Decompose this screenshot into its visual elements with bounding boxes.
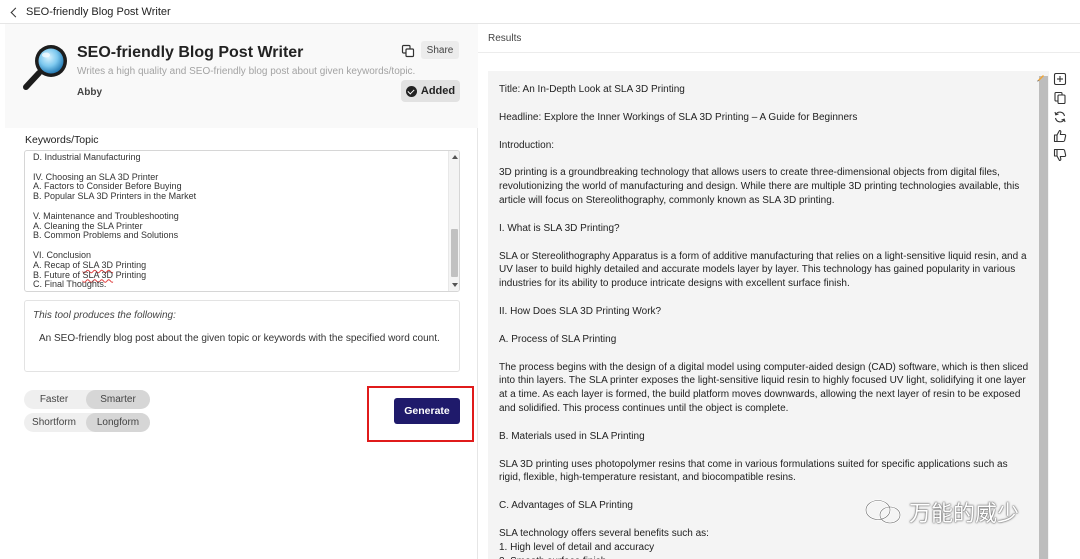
results-scrollbar[interactable] <box>1039 76 1048 559</box>
longform-option[interactable]: Longform <box>86 413 150 432</box>
watermark: 万能的威少 <box>863 496 1019 528</box>
results-text: Title: An In-Depth Look at SLA 3D Printi… <box>499 83 1029 559</box>
tool-title: SEO-friendly Blog Post Writer <box>77 44 304 61</box>
keyword-line: B. Common Problems and Solutions <box>33 230 179 241</box>
result-paragraph: 2. Smooth surface finish <box>499 555 1029 559</box>
added-button[interactable]: Added <box>401 80 460 102</box>
output-description-label: This tool produces the following: <box>33 310 176 321</box>
copy-icon[interactable] <box>401 44 415 58</box>
result-paragraph: B. Materials used in SLA Printing <box>499 430 645 442</box>
thumbs-up-icon[interactable] <box>1053 129 1067 143</box>
result-paragraph: SLA or Stereolithography Apparatus is a … <box>499 250 1027 290</box>
results-scroll-thumb[interactable] <box>1039 76 1048 559</box>
tool-author[interactable]: Abby <box>77 87 102 98</box>
pencil-icon[interactable] <box>1036 72 1046 82</box>
result-paragraph: SLA 3D printing uses photopolymer resins… <box>499 458 1008 484</box>
wechat-icon <box>865 499 901 524</box>
tool-panel: SEO-friendly Blog Post Writer Writes a h… <box>0 24 478 559</box>
output-description-card: This tool produces the following: An SEO… <box>24 300 460 372</box>
keywords-scrollbar[interactable] <box>448 151 459 291</box>
keyword-line <box>33 241 443 251</box>
keyword-line: B. Popular SLA 3D Printers in the Market <box>33 191 197 202</box>
keyword-line: C. Final Thoughts. <box>33 279 107 290</box>
result-paragraph: A. Process of SLA Printing <box>499 333 617 345</box>
scroll-up-icon[interactable] <box>452 155 458 159</box>
keywords-textarea[interactable]: D. Industrial Manufacturing IV. Choosing … <box>24 150 460 292</box>
watermark-text: 万能的威少 <box>909 502 1020 527</box>
keyword-line: D. Industrial Manufacturing <box>33 152 141 162</box>
results-divider <box>478 52 1080 53</box>
results-label: Results <box>488 33 522 44</box>
copy-result-icon[interactable] <box>1053 91 1067 105</box>
shortform-option[interactable]: Shortform <box>24 413 84 432</box>
refresh-icon[interactable] <box>1053 110 1067 124</box>
keywords-text: D. Industrial Manufacturing IV. Choosing … <box>33 152 443 290</box>
result-paragraph: Headline: Explore the Inner Workings of … <box>499 111 858 123</box>
smarter-option[interactable]: Smarter <box>86 390 150 409</box>
scroll-down-icon[interactable] <box>452 283 458 287</box>
results-panel: Results Title: An In-Depth Look at SLA 3… <box>478 24 1080 559</box>
add-icon[interactable] <box>1053 72 1067 86</box>
result-paragraph: Title: An In-Depth Look at SLA 3D Printi… <box>499 84 685 95</box>
result-actions <box>1053 72 1069 167</box>
highlight-box <box>367 386 474 442</box>
result-paragraph: I. What is SLA 3D Printing? <box>499 222 620 234</box>
output-description-text: An SEO-friendly blog post about the give… <box>39 333 440 344</box>
result-paragraph: SLA technology offers several benefits s… <box>499 527 709 539</box>
share-button[interactable]: Share <box>421 41 459 59</box>
scroll-thumb[interactable] <box>451 229 458 277</box>
thumbs-down-icon[interactable] <box>1053 148 1067 162</box>
back-link[interactable]: SEO-friendly Blog Post Writer <box>26 6 171 18</box>
keywords-label: Keywords/Topic <box>25 134 99 146</box>
check-circle-icon <box>405 85 417 97</box>
added-label: Added <box>420 85 456 97</box>
result-paragraph: The process begins with the design of a … <box>499 361 1029 414</box>
back-chevron-icon[interactable] <box>10 7 21 17</box>
magnifier-logo-icon <box>23 45 67 90</box>
faster-option[interactable]: Faster <box>24 390 84 409</box>
result-paragraph: 1. High level of detail and accuracy <box>499 541 655 553</box>
result-paragraph: II. How Does SLA 3D Printing Work? <box>499 305 662 317</box>
tool-subtitle: Writes a high quality and SEO-friendly b… <box>77 66 416 77</box>
top-bar: SEO-friendly Blog Post Writer <box>0 0 1080 24</box>
result-paragraph: Introduction: <box>499 139 555 151</box>
result-paragraph: 3D printing is a groundbreaking technolo… <box>499 167 1020 206</box>
